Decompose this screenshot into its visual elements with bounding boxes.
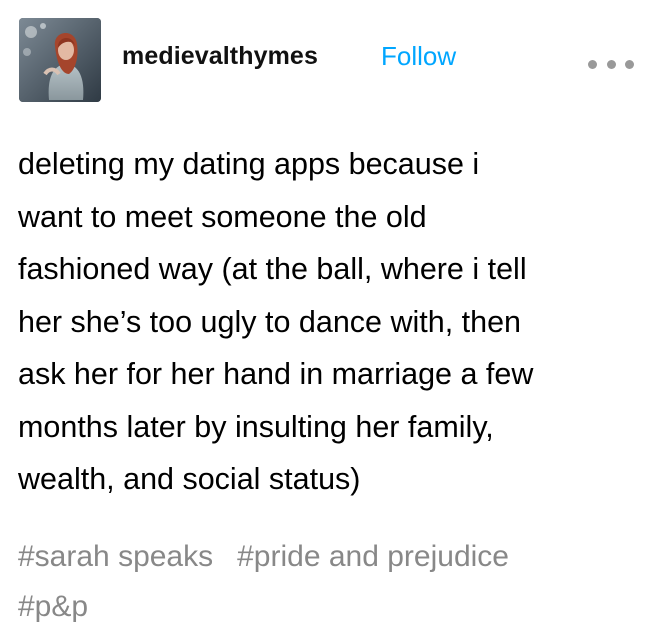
post-text-line: ask her for her hand in marriage a few bbox=[18, 357, 534, 391]
post-text: deleting my dating apps because i want t… bbox=[18, 138, 633, 506]
post-header: medievalthymes Follow bbox=[19, 18, 634, 102]
post-text-line: her she’s too ugly to dance with, then bbox=[18, 304, 522, 339]
avatar-image bbox=[19, 18, 101, 102]
more-options-icon[interactable] bbox=[588, 58, 634, 70]
post-tags: #sarah speaks #pride and prejudice #p&p bbox=[18, 532, 633, 632]
tag-sarah-speaks[interactable]: #sarah speaks bbox=[18, 532, 213, 582]
tag-p-and-p[interactable]: #p&p bbox=[18, 582, 88, 632]
avatar[interactable] bbox=[19, 18, 101, 102]
tag-pride-and-prejudice[interactable]: #pride and prejudice bbox=[237, 532, 509, 582]
more-dot bbox=[588, 59, 597, 69]
post-text-line: deleting my dating apps because i bbox=[18, 147, 480, 181]
post-text-line: fashioned way (at the ball, where i tell bbox=[18, 252, 527, 286]
more-dot bbox=[625, 59, 634, 69]
post-text-line: months later by insulting her family, bbox=[18, 409, 494, 444]
post-text-line: want to meet someone the old bbox=[18, 199, 427, 234]
follow-button[interactable]: Follow bbox=[381, 41, 456, 72]
post-text-line: wealth, and social status) bbox=[18, 462, 361, 496]
author-username[interactable]: medievalthymes bbox=[122, 42, 318, 71]
more-dot bbox=[606, 59, 616, 69]
